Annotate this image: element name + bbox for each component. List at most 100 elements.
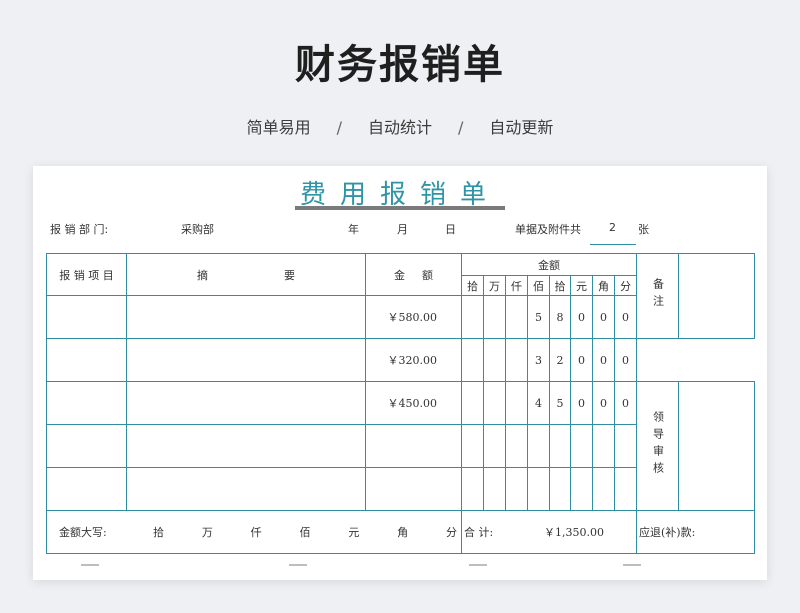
remark-label: 备注 [636,253,679,339]
digit-cell [483,295,506,339]
amount-cell[interactable]: ￥450.00 [365,381,462,425]
feature-separator: / [336,118,342,137]
digit-header: 仟 [505,275,528,296]
digit-header: 佰 [527,275,550,296]
digit-cell: 0 [614,381,637,425]
digit-cell [483,381,506,425]
remark-field[interactable] [678,253,755,339]
attachments-label: 单据及附件共 [515,223,581,236]
expense-item-cell[interactable] [46,381,127,425]
expense-table: 报 销 项 目 摘要 金额 金额 备注 拾 万 仟 佰 拾 元 角 分 ￥580… [46,253,755,554]
amount-cell[interactable]: ￥580.00 [365,295,462,339]
digit-cell [549,424,571,468]
month-label: 月 [397,223,408,236]
digit-cell: 2 [549,338,571,382]
digit-header: 拾 [549,275,571,296]
capital-unit: 分 [445,526,457,539]
refund-label: 应退(补)款: [639,526,696,539]
feature-auto-update: 自动更新 [489,118,554,137]
summary-cell[interactable] [126,467,366,511]
title-underline [295,206,505,210]
digit-cell: 4 [527,381,550,425]
digit-cell: 0 [570,295,593,339]
attachments-count: 2 [609,221,616,234]
capital-label: 金额大写: [59,526,107,539]
table-row: ￥450.00 4 5 0 0 0 领导审核 [46,381,755,511]
expense-form-sheet: 费用报销单 报 销 部 门: 采购部 年 月 日 单据及附件共 2 张 报 销 … [33,166,767,580]
poster-title: 财务报销单 [295,42,505,88]
amount-cell[interactable] [365,424,462,468]
summary-cell[interactable] [126,338,366,382]
digit-cell [592,467,615,511]
digit-cell [461,467,484,511]
capital-unit: 元 [348,526,360,539]
expense-item-cell[interactable] [46,467,127,511]
expense-item-cell[interactable] [46,424,127,468]
digit-cell: 5 [527,295,550,339]
digit-cell [505,381,528,425]
review-field[interactable] [678,381,755,511]
header-expense-item: 报 销 项 目 [46,253,127,296]
attachments-count-underline [590,244,636,245]
digit-header: 角 [592,275,615,296]
header-amount-digits-group: 金额 [461,253,637,276]
digit-cell [549,467,571,511]
digit-cell: 0 [614,338,637,382]
digit-cell [461,424,484,468]
amount-cell[interactable]: ￥320.00 [365,338,462,382]
digit-cell: 3 [527,338,550,382]
digit-cell: 0 [592,295,615,339]
capital-unit: 佰 [299,526,311,539]
digit-cell [592,424,615,468]
signature-row-cropped [81,564,641,566]
digit-cell: 5 [549,381,571,425]
digit-cell [505,467,528,511]
capital-unit: 万 [201,526,213,539]
capital-unit: 拾 [153,526,164,539]
expense-item-cell[interactable] [46,295,127,339]
attachments-unit: 张 [638,223,649,236]
capital-unit: 仟 [250,526,262,539]
review-label: 领导审核 [636,381,679,511]
digit-cell [483,467,506,511]
digit-cell [461,381,484,425]
feature-tagline: 简单易用 / 自动统计 / 自动更新 [0,114,800,138]
day-label: 日 [445,223,456,236]
digit-cell [483,424,506,468]
digit-cell [614,467,637,511]
digit-cell: 8 [549,295,571,339]
digit-cell [505,295,528,339]
digit-cell [614,424,637,468]
summary-cell[interactable] [126,424,366,468]
digit-cell [505,424,528,468]
digit-cell [570,424,593,468]
total-value: ￥1,350.00 [544,526,604,539]
year-label: 年 [348,223,359,236]
summary-cell[interactable] [126,381,366,425]
digit-cell: 0 [614,295,637,339]
refund-cell[interactable]: 应退(补)款: [636,510,755,554]
digit-header: 分 [614,275,637,296]
digit-header: 拾 [461,275,484,296]
summary-cell[interactable] [126,295,366,339]
digit-cell [505,338,528,382]
amount-in-words-cell[interactable]: 金额大写: 拾 万 仟 佰 元 角 分 [46,510,462,554]
digit-header: 元 [570,275,593,296]
digit-header: 万 [483,275,506,296]
capital-unit: 角 [397,526,409,539]
digit-cell: 0 [570,381,593,425]
feature-easy: 简单易用 [246,118,311,137]
digit-cell [527,424,550,468]
digit-cell: 0 [570,338,593,382]
feature-auto-stats: 自动统计 [367,118,432,137]
digit-cell [527,467,550,511]
digit-cell [483,338,506,382]
amount-cell[interactable] [365,467,462,511]
table-row: ￥320.00 3 2 0 0 0 [46,338,755,382]
digit-cell: 0 [592,381,615,425]
expense-item-cell[interactable] [46,338,127,382]
feature-separator: / [458,118,464,137]
footer-row: 金额大写: 拾 万 仟 佰 元 角 分 合 计: ￥1,350.00 应退(补)… [46,510,755,554]
digit-cell [570,467,593,511]
digit-cell: 0 [592,338,615,382]
